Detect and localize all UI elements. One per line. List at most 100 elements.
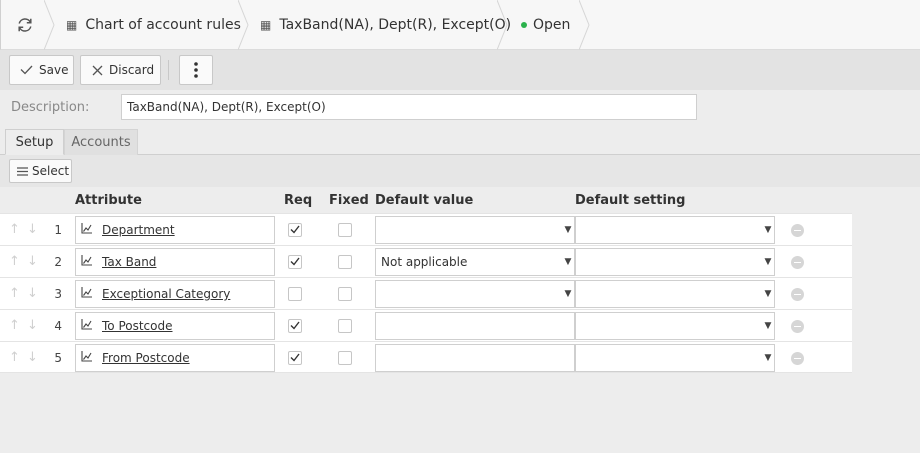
breadcrumb-item-status: Open — [521, 0, 570, 50]
grid-icon: ▦ — [66, 18, 78, 32]
default-value-text: Not applicable — [381, 255, 468, 269]
discard-button[interactable]: Discard — [80, 55, 161, 85]
default-value-input[interactable] — [375, 312, 575, 340]
attribute-field[interactable]: To Postcode — [75, 312, 275, 340]
attribute-field[interactable]: Tax Band — [75, 248, 275, 276]
dropdown-arrow-icon[interactable]: ▼ — [762, 249, 774, 275]
select-button[interactable]: Select — [9, 159, 72, 183]
refresh-icon[interactable] — [16, 16, 34, 34]
lookup-icon[interactable] — [81, 222, 92, 238]
default-value-select[interactable]: Not applicable ▼ — [375, 248, 575, 276]
dropdown-arrow-icon[interactable]: ▼ — [762, 281, 774, 307]
lookup-icon[interactable] — [81, 350, 92, 366]
breadcrumb-separator — [44, 0, 56, 50]
req-checkbox[interactable] — [288, 255, 302, 269]
req-checkbox[interactable] — [288, 287, 302, 301]
breadcrumb-separator — [238, 0, 250, 50]
default-setting-select[interactable]: ▼ — [575, 248, 775, 276]
req-checkbox[interactable] — [288, 319, 302, 333]
column-header-req[interactable]: Req — [284, 193, 312, 208]
description-label: Description: — [11, 100, 90, 115]
fixed-checkbox[interactable] — [338, 351, 352, 365]
dropdown-arrow-icon[interactable]: ▼ — [762, 217, 774, 243]
default-value-select[interactable]: ▼ — [375, 280, 575, 308]
row-number: 5 — [54, 351, 62, 365]
default-value-select[interactable]: ▼ — [375, 216, 575, 244]
move-up-icon[interactable]: ↑ — [9, 350, 20, 365]
remove-row-icon[interactable] — [791, 320, 804, 333]
req-checkbox[interactable] — [288, 351, 302, 365]
row-number: 1 — [54, 223, 62, 237]
dropdown-arrow-icon[interactable]: ▼ — [562, 281, 574, 307]
move-down-icon[interactable]: ↓ — [27, 254, 38, 269]
column-header-fixed[interactable]: Fixed — [329, 193, 369, 208]
dropdown-arrow-icon[interactable]: ▼ — [762, 345, 774, 371]
remove-row-icon[interactable] — [791, 288, 804, 301]
default-setting-select[interactable]: ▼ — [575, 216, 775, 244]
move-up-icon[interactable]: ↑ — [9, 286, 20, 301]
remove-row-icon[interactable] — [791, 224, 804, 237]
breadcrumb-separator — [497, 0, 509, 50]
remove-row-icon[interactable] — [791, 352, 804, 365]
table-row: ↑ ↓ 1 Department ▼ ▼ — [0, 213, 852, 245]
move-up-icon[interactable]: ↑ — [9, 254, 20, 269]
lookup-icon[interactable] — [81, 286, 92, 302]
tab-accounts[interactable]: Accounts — [64, 129, 138, 155]
lookup-icon[interactable] — [81, 254, 92, 270]
move-down-icon[interactable]: ↓ — [27, 222, 38, 237]
default-setting-select[interactable]: ▼ — [575, 312, 775, 340]
status-label: Open — [533, 17, 571, 33]
tab-setup[interactable]: Setup — [5, 129, 64, 155]
fixed-checkbox[interactable] — [338, 319, 352, 333]
row-number: 4 — [54, 319, 62, 333]
attribute-field[interactable]: Department — [75, 216, 275, 244]
save-button[interactable]: Save — [9, 55, 74, 85]
column-header-attribute[interactable]: Attribute — [75, 193, 142, 208]
close-icon — [92, 65, 103, 75]
move-down-icon[interactable]: ↓ — [27, 318, 38, 333]
breadcrumb-label: Chart of account rules — [85, 17, 241, 33]
menu-icon — [17, 166, 28, 176]
default-setting-select[interactable]: ▼ — [575, 280, 775, 308]
table-row: ↑ ↓ 2 Tax Band Not applicable ▼ ▼ — [0, 245, 852, 277]
column-header-default-value[interactable]: Default value — [375, 193, 473, 208]
attribute-link[interactable]: Exceptional Category — [102, 287, 230, 301]
check-icon — [20, 65, 33, 75]
row-number: 3 — [54, 287, 62, 301]
attribute-link[interactable]: From Postcode — [102, 351, 190, 365]
dropdown-arrow-icon[interactable]: ▼ — [562, 249, 574, 275]
attribute-field[interactable]: From Postcode — [75, 344, 275, 372]
default-value-input[interactable] — [375, 344, 575, 372]
more-vertical-icon — [194, 62, 198, 78]
move-up-icon[interactable]: ↑ — [9, 318, 20, 333]
attribute-link[interactable]: To Postcode — [102, 319, 173, 333]
default-setting-select[interactable]: ▼ — [575, 344, 775, 372]
move-up-icon[interactable]: ↑ — [9, 222, 20, 237]
breadcrumb-label: TaxBand(NA), Dept(R), Except(O) — [279, 17, 512, 33]
description-input[interactable]: TaxBand(NA), Dept(R), Except(O) — [121, 94, 697, 120]
table-row: ↑ ↓ 3 Exceptional Category ▼ ▼ — [0, 277, 852, 309]
breadcrumb-item-chart-of-account-rules[interactable]: ▦ Chart of account rules — [66, 0, 241, 50]
row-number: 2 — [54, 255, 62, 269]
remove-row-icon[interactable] — [791, 256, 804, 269]
attribute-link[interactable]: Tax Band — [102, 255, 156, 269]
more-options-button[interactable] — [179, 55, 213, 85]
move-down-icon[interactable]: ↓ — [27, 350, 38, 365]
toolbar-divider — [168, 60, 169, 80]
fixed-checkbox[interactable] — [338, 223, 352, 237]
dropdown-arrow-icon[interactable]: ▼ — [562, 217, 574, 243]
attribute-field[interactable]: Exceptional Category — [75, 280, 275, 308]
discard-button-label: Discard — [109, 63, 155, 77]
grid-toolbar — [0, 155, 920, 187]
lookup-icon[interactable] — [81, 318, 92, 334]
dropdown-arrow-icon[interactable]: ▼ — [762, 313, 774, 339]
fixed-checkbox[interactable] — [338, 255, 352, 269]
column-header-default-setting[interactable]: Default setting — [575, 193, 686, 208]
attribute-link[interactable]: Department — [102, 223, 175, 237]
table-row: ↑ ↓ 5 From Postcode ▼ — [0, 341, 852, 373]
move-down-icon[interactable]: ↓ — [27, 286, 38, 301]
breadcrumb-item-rule[interactable]: ▦ TaxBand(NA), Dept(R), Except(O) — [260, 0, 511, 50]
req-checkbox[interactable] — [288, 223, 302, 237]
status-dot-icon — [521, 22, 527, 28]
fixed-checkbox[interactable] — [338, 287, 352, 301]
